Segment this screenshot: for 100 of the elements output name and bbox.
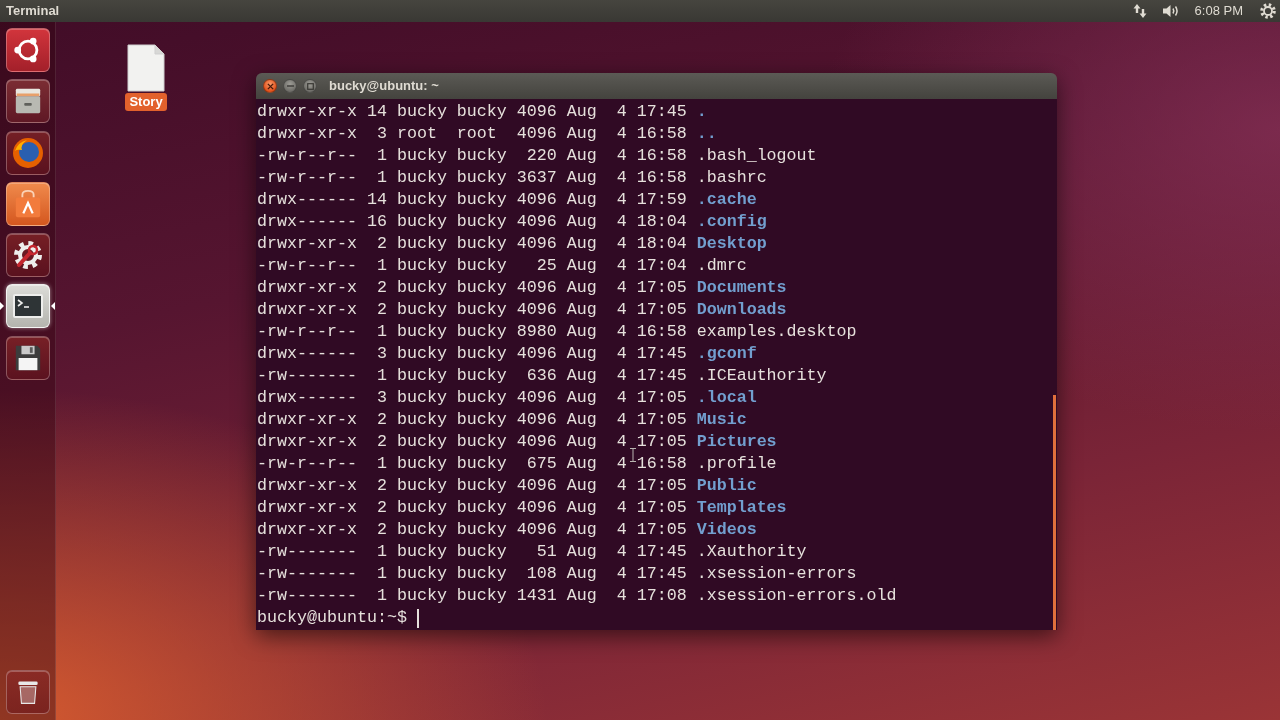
day-text: 4	[616, 519, 627, 541]
file-size-text: 51	[536, 541, 557, 563]
file-size-text: 4096	[516, 343, 557, 365]
directory-name: Videos	[696, 519, 757, 541]
file-size-text: 4096	[516, 101, 557, 123]
file-size-text: 4096	[516, 277, 557, 299]
permissions-text: -rw-------	[257, 563, 357, 585]
permissions-text: drwxr-xr-x	[257, 233, 357, 255]
gear-icon[interactable]	[1260, 3, 1276, 19]
group-text: root	[456, 123, 497, 145]
text-cursor-icon	[416, 608, 419, 628]
owner-text: bucky	[396, 299, 447, 321]
file-size-text: 108	[526, 563, 557, 585]
directory-name: Music	[696, 409, 747, 431]
permissions-text: drwx------	[257, 387, 357, 409]
day-text: 4	[616, 321, 627, 343]
file-size-text: 4096	[516, 123, 557, 145]
month-text: Aug	[566, 343, 597, 365]
group-text: bucky	[456, 453, 507, 475]
time-text: 18:04	[636, 233, 687, 255]
day-text: 4	[616, 541, 627, 563]
group-text: bucky	[456, 475, 507, 497]
file-name: .Xauthority	[696, 541, 807, 563]
directory-name: .	[696, 101, 707, 123]
volume-icon[interactable]	[1161, 4, 1180, 18]
group-text: bucky	[456, 365, 507, 387]
file-size-text: 4096	[516, 387, 557, 409]
owner-text: bucky	[396, 387, 447, 409]
maximize-button[interactable]	[303, 79, 317, 93]
directory-name: .gconf	[696, 343, 757, 365]
group-text: bucky	[456, 497, 507, 519]
document-icon[interactable]	[127, 44, 165, 92]
month-text: Aug	[566, 475, 597, 497]
file-size-text: 4096	[516, 299, 557, 321]
file-size-text: 675	[526, 453, 557, 475]
month-text: Aug	[566, 123, 597, 145]
directory-name: .cache	[696, 189, 757, 211]
permissions-text: drwxr-xr-x	[257, 123, 357, 145]
time-text: 17:04	[636, 255, 687, 277]
month-text: Aug	[566, 255, 597, 277]
month-text: Aug	[566, 387, 597, 409]
time-text: 16:58	[636, 321, 687, 343]
owner-text: bucky	[396, 211, 447, 233]
group-text: bucky	[456, 299, 507, 321]
owner-text: bucky	[396, 585, 447, 607]
link-count-text: 3	[376, 343, 387, 365]
ibeam-pointer-icon	[630, 448, 636, 462]
group-text: bucky	[456, 321, 507, 343]
link-count-text: 1	[376, 585, 387, 607]
link-count-text: 2	[376, 277, 387, 299]
link-count-text: 14	[366, 189, 387, 211]
month-text: Aug	[566, 409, 597, 431]
owner-text: bucky	[396, 519, 447, 541]
owner-text: bucky	[396, 409, 447, 431]
day-text: 4	[616, 475, 627, 497]
launcher-item[interactable]	[5, 335, 50, 380]
day-text: 4	[616, 585, 627, 607]
time-text: 16:58	[636, 453, 687, 475]
link-count-text: 2	[376, 497, 387, 519]
group-text: bucky	[456, 167, 507, 189]
month-text: Aug	[566, 585, 597, 607]
month-text: Aug	[566, 211, 597, 233]
time-text: 17:08	[636, 585, 687, 607]
month-text: Aug	[566, 233, 597, 255]
owner-text: bucky	[396, 167, 447, 189]
file-size-text: 4096	[516, 497, 557, 519]
time-text: 17:45	[636, 343, 687, 365]
permissions-text: -rw-------	[257, 541, 357, 563]
clock-text[interactable]: 6:08 PM	[1194, 1, 1243, 21]
launcher-item[interactable]	[5, 181, 50, 226]
time-text: 17:05	[636, 519, 687, 541]
owner-text: bucky	[396, 453, 447, 475]
launcher-item[interactable]	[5, 79, 50, 124]
time-text: 17:59	[636, 189, 687, 211]
transfer-arrows-icon[interactable]	[1132, 3, 1147, 19]
group-text: bucky	[456, 585, 507, 607]
launcher-item[interactable]	[5, 284, 50, 329]
close-button[interactable]	[263, 79, 277, 93]
file-size-text: 4096	[516, 519, 557, 541]
close-icon	[266, 82, 274, 90]
minimize-button[interactable]	[283, 79, 297, 93]
link-count-text: 1	[376, 145, 387, 167]
launcher-item[interactable]	[5, 233, 50, 278]
day-text: 4	[616, 101, 627, 123]
launcher-item[interactable]	[5, 28, 50, 72]
day-text: 4	[616, 453, 627, 475]
maximize-icon	[306, 82, 314, 90]
permissions-text: drwxr-xr-x	[257, 101, 357, 123]
file-name-label[interactable]: Story	[125, 93, 167, 111]
owner-text: bucky	[396, 101, 447, 123]
month-text: Aug	[566, 431, 597, 453]
group-text: bucky	[456, 101, 507, 123]
day-text: 4	[616, 365, 627, 387]
file-name: examples.desktop	[696, 321, 857, 343]
link-count-text: 1	[376, 321, 387, 343]
scrollbar-thumb[interactable]	[1053, 395, 1056, 630]
permissions-text: drwxr-xr-x	[257, 431, 357, 453]
time-text: 17:45	[636, 101, 687, 123]
launcher-item[interactable]	[5, 670, 50, 714]
permissions-text: drwxr-xr-x	[257, 497, 357, 519]
